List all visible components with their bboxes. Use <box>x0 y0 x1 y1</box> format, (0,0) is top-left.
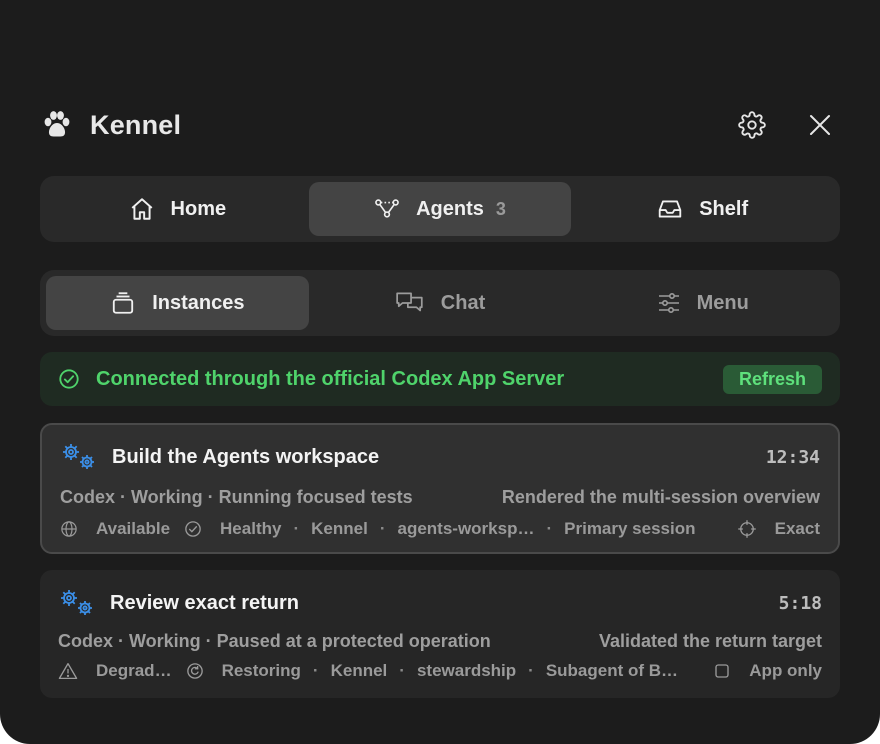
stack-icon <box>110 290 136 316</box>
task-title: Review exact return <box>110 591 299 614</box>
task-card[interactable]: Review exact return 5:18 Codex · Working… <box>40 570 840 698</box>
tab-menu[interactable]: Menu <box>571 276 834 330</box>
task-title: Build the Agents workspace <box>112 445 380 468</box>
inbox-tray-icon <box>657 196 683 222</box>
sub-tabs: Instances Chat Menu <box>40 270 840 336</box>
tab-menu-label: Menu <box>696 291 749 314</box>
session-label: Subagent of B… <box>545 661 679 680</box>
tab-home[interactable]: Home <box>46 182 309 236</box>
separator: · <box>528 661 534 680</box>
tab-instances[interactable]: Instances <box>46 276 309 330</box>
session-label: Primary session <box>564 519 696 538</box>
check-circle-icon <box>184 520 202 538</box>
settings-button[interactable] <box>732 105 772 145</box>
connection-banner: Connected through the official Codex App… <box>40 352 840 406</box>
home-icon <box>129 196 155 222</box>
close-button[interactable] <box>800 105 840 145</box>
task-card[interactable]: Build the Agents workspace 12:34 Codex ·… <box>40 423 840 554</box>
separator: · <box>293 519 300 538</box>
availability-label: Degrad… <box>96 661 172 680</box>
tab-shelf[interactable]: Shelf <box>571 182 834 236</box>
agents-graph-icon <box>374 196 400 222</box>
separator: · <box>546 519 553 538</box>
tab-chat[interactable]: Chat <box>309 276 572 330</box>
main-tabs: Home Agents 3 Shelf <box>40 176 840 242</box>
separator: · <box>399 661 405 680</box>
health-label: Healthy <box>220 519 282 538</box>
branch-label: stewardship <box>416 661 517 680</box>
task-last-action: Validated the return target <box>598 630 822 651</box>
branch-label: agents-worksp… <box>397 519 535 538</box>
separator: · <box>379 519 386 538</box>
task-status: Codex · Working · Paused at a protected … <box>58 630 491 651</box>
mode-label: Exact <box>774 519 820 538</box>
task-elapsed-time: 5:18 <box>778 592 822 614</box>
mode-label: App only <box>749 661 822 680</box>
globe-icon <box>60 520 78 538</box>
tab-instances-label: Instances <box>152 291 245 314</box>
close-icon <box>810 115 830 135</box>
project-label: Kennel <box>311 519 368 538</box>
tab-home-label: Home <box>170 197 227 220</box>
task-last-action: Rendered the multi-session overview <box>501 486 820 507</box>
check-circle-icon <box>58 368 80 390</box>
project-label: Kennel <box>330 661 388 680</box>
square-icon <box>713 662 731 680</box>
crosshair-icon <box>737 519 757 539</box>
tab-shelf-label: Shelf <box>699 197 749 220</box>
availability-label: Available <box>96 519 171 538</box>
separator: · <box>312 661 319 680</box>
gears-icon <box>60 442 98 472</box>
task-elapsed-time: 12:34 <box>765 446 820 468</box>
restore-icon <box>186 662 204 680</box>
app-title: Kennel <box>90 109 182 140</box>
paw-logo-icon <box>40 108 74 142</box>
sliders-icon <box>657 291 681 315</box>
health-label: Restoring <box>221 661 301 680</box>
gear-icon <box>738 111 766 139</box>
agents-count-badge: 3 <box>495 198 506 219</box>
header: Kennel <box>40 100 840 150</box>
warning-triangle-icon <box>58 662 78 680</box>
connection-status-text: Connected through the official Codex App… <box>96 367 565 390</box>
refresh-button[interactable]: Refresh <box>722 364 822 394</box>
tab-agents[interactable]: Agents 3 <box>308 182 572 236</box>
task-status: Codex · Working · Running focused tests <box>60 486 413 507</box>
tab-chat-label: Chat <box>440 291 486 314</box>
kennel-window: Kennel Home Agents 3 Shelf Instances Cha… <box>0 0 880 744</box>
gears-icon <box>58 588 96 618</box>
chat-bubbles-icon <box>395 290 425 316</box>
tab-agents-label: Agents <box>416 197 484 220</box>
